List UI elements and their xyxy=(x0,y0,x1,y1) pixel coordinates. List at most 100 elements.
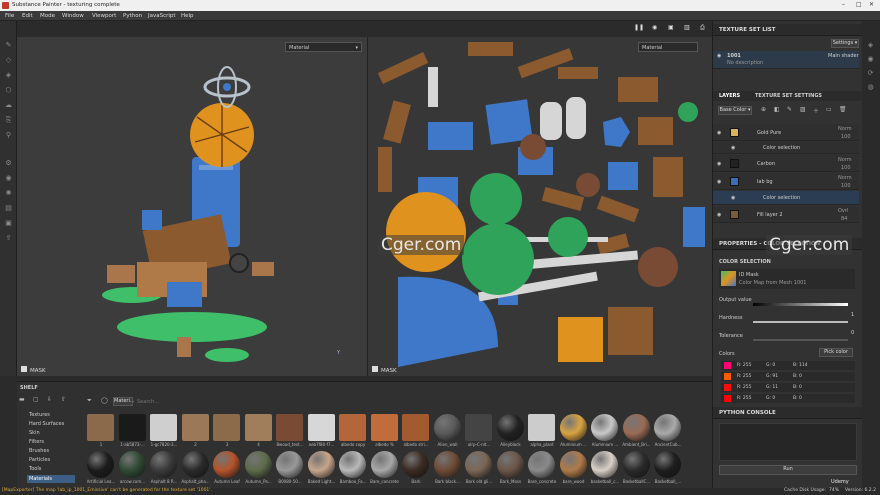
menu-mode[interactable]: Mode xyxy=(40,13,55,19)
shelf-resource[interactable]: Autumn_Pa... xyxy=(244,451,272,484)
viewport-3d[interactable]: Material ▾ Y MASK xyxy=(17,37,367,376)
layer-row[interactable]: ◉ Gold Pure Norm 100 xyxy=(713,124,859,141)
shelf-category[interactable]: Filters xyxy=(27,438,75,446)
shelf-resource[interactable]: Asphalt 8 R... xyxy=(150,451,177,484)
tolerance-slider[interactable] xyxy=(753,339,848,341)
hardness-slider[interactable] xyxy=(753,321,848,323)
color-picker-icon[interactable]: ⚲ xyxy=(4,131,13,140)
display-settings-icon[interactable]: ◉ xyxy=(866,55,875,64)
clone-icon[interactable]: ⎘ xyxy=(4,116,13,125)
shelf-category[interactable]: Hard Surfaces xyxy=(27,420,75,428)
shelf-resource[interactable]: bare_wood xyxy=(559,451,587,484)
shelf-resource[interactable]: Bare_concrete xyxy=(528,451,556,484)
split-view-icon[interactable]: ▥ xyxy=(684,24,690,31)
shelf-resource[interactable]: albedo copy xyxy=(339,414,366,447)
shelf-resource[interactable]: alrp-C-nlt... xyxy=(465,414,492,447)
layers-icon[interactable]: ◈ xyxy=(866,41,875,50)
color-entry[interactable]: R: 255 G: 11 B: 0 xyxy=(721,383,855,392)
shelf-resource[interactable]: Alleyblock xyxy=(496,414,524,447)
shelf-category[interactable]: Particles xyxy=(27,456,75,464)
shelf-resource[interactable]: 8wood_text... xyxy=(276,414,303,447)
layer-row[interactable]: ◉ lab bg Norm 100 xyxy=(713,173,859,190)
filter-tag[interactable]: Materi... xyxy=(113,397,135,406)
eraser-icon[interactable]: ◇ xyxy=(4,56,13,65)
mask-resource[interactable]: ID Mask Color Map from Mesh 1001 xyxy=(719,269,855,289)
viewport-2d[interactable]: Material MASK xyxy=(367,37,712,376)
export-icon[interactable]: ⇪ xyxy=(4,234,13,243)
shelf-search-input[interactable] xyxy=(137,397,257,406)
shelf-resource[interactable]: 1 xyxy=(87,414,114,447)
render-icon[interactable]: ▣ xyxy=(668,24,674,31)
add-mask-icon[interactable]: ◧ xyxy=(774,106,780,113)
close-icon[interactable]: ✕ xyxy=(869,1,874,8)
shelf-resource[interactable]: Aluminium ... xyxy=(559,414,587,447)
export-icon[interactable]: ⇧ xyxy=(61,396,66,403)
menu-window[interactable]: Window xyxy=(62,13,84,19)
shelf-resource[interactable]: Bare_concrete xyxy=(370,451,399,484)
shader-icon[interactable]: ◍ xyxy=(866,83,875,92)
shelf-resource[interactable]: albedo stri... xyxy=(402,414,429,447)
pick-color-button[interactable]: Pick color xyxy=(819,348,853,357)
minimize-icon[interactable]: – xyxy=(842,1,845,8)
camera-icon[interactable]: ◉ xyxy=(652,24,657,31)
shelf-resource[interactable]: Baked Light... xyxy=(307,451,335,484)
delete-icon[interactable]: 🗑 xyxy=(839,106,847,113)
fill-layer-icon[interactable]: ▨ xyxy=(800,106,806,113)
clear-filter-icon[interactable]: ◯ xyxy=(101,397,108,404)
filter-icon[interactable]: ⏷ xyxy=(87,397,92,405)
tab-layers[interactable]: LAYERS xyxy=(719,93,740,99)
screenshot-icon[interactable]: ⎙ xyxy=(700,24,705,32)
layer-row[interactable]: ◉ Carbon Norm 100 xyxy=(713,155,859,172)
smudge-icon[interactable]: ☁ xyxy=(4,101,13,110)
shelf-resource[interactable]: Autumn Leaf xyxy=(213,451,240,484)
settings-dropdown[interactable]: Settings ▾ xyxy=(831,39,859,48)
menu-viewport[interactable]: Viewport xyxy=(92,13,116,19)
new-folder-icon[interactable]: ▢ xyxy=(33,396,39,403)
folder-icon[interactable]: ▬ xyxy=(19,396,25,403)
shelf-resource[interactable]: arcow.com... xyxy=(118,451,146,484)
maximize-icon[interactable]: □ xyxy=(856,1,862,8)
shelf-resource[interactable]: Bark old gli... xyxy=(465,451,492,484)
shelf-category[interactable]: Tools xyxy=(27,465,75,473)
shelf-resource[interactable]: 1-gc7820-3... xyxy=(150,414,177,447)
color-entry[interactable]: R: 255 G: 0 B: 0 xyxy=(721,394,855,403)
menu-edit[interactable]: Edit xyxy=(22,13,33,19)
paint-brush-icon[interactable]: ✎ xyxy=(4,41,13,50)
texture-set-item[interactable]: ◉ 1001 No description Main shader xyxy=(713,51,859,69)
shelf-resource[interactable]: Basketball_... xyxy=(654,451,681,484)
shelf-resource[interactable]: Artificial Lea... xyxy=(87,451,115,484)
shelf-resource[interactable]: basketball_c... xyxy=(591,451,619,484)
shelf-category[interactable]: Brushes xyxy=(27,447,75,455)
camera-icon[interactable]: ◉ xyxy=(4,174,13,183)
menu-javascript[interactable]: JavaScript xyxy=(148,13,176,19)
python-console-output[interactable] xyxy=(719,423,857,461)
display-icon[interactable]: ▣ xyxy=(4,219,13,228)
visibility-eye-icon[interactable]: ◉ xyxy=(717,53,721,59)
shelf-category[interactable]: Skin xyxy=(27,429,75,437)
add-effect-icon[interactable]: ⊕ xyxy=(761,106,766,113)
shelf-resource[interactable]: AncientCub... xyxy=(654,414,681,447)
bake-icon[interactable]: ▤ xyxy=(4,204,13,213)
shelf-resource[interactable]: 3 xyxy=(213,414,240,447)
tab-texture-set-settings[interactable]: TEXTURE SET SETTINGS xyxy=(755,93,822,99)
color-entry[interactable]: R: 255 G: 0 B: 114 xyxy=(721,361,855,370)
layer-row-mask[interactable]: ◉ Color selection xyxy=(713,142,859,154)
shelf-resource[interactable]: 4 xyxy=(244,414,272,447)
shelf-resource[interactable]: Asphalt_pha... xyxy=(181,451,210,484)
shelf-resource[interactable]: Alien_wall xyxy=(433,414,461,447)
run-button[interactable]: Run xyxy=(719,465,857,475)
paint-layer-icon[interactable]: ✎ xyxy=(787,106,792,113)
geometry-mask-icon[interactable]: ⬡ xyxy=(4,86,13,95)
shelf-resource[interactable]: aeb7f80-f7... xyxy=(307,414,335,447)
light-icon[interactable]: ✺ xyxy=(4,189,13,198)
color-entry[interactable]: R: 255 G: 91 B: 0 xyxy=(721,372,855,381)
folder-icon[interactable]: ▭ xyxy=(826,106,832,113)
menu-help[interactable]: Help xyxy=(181,13,194,19)
channel-select[interactable]: Base Color ▾ xyxy=(718,106,752,115)
shelf-category[interactable]: Textures xyxy=(27,411,75,419)
layer-row-mask-selected[interactable]: ◉ Color selection xyxy=(713,191,859,205)
shelf-category-selected[interactable]: Materials xyxy=(27,475,75,483)
settings-icon[interactable]: ⚙ xyxy=(4,159,13,168)
shelf-resource[interactable]: 2 xyxy=(181,414,209,447)
menu-python[interactable]: Python xyxy=(123,13,142,19)
